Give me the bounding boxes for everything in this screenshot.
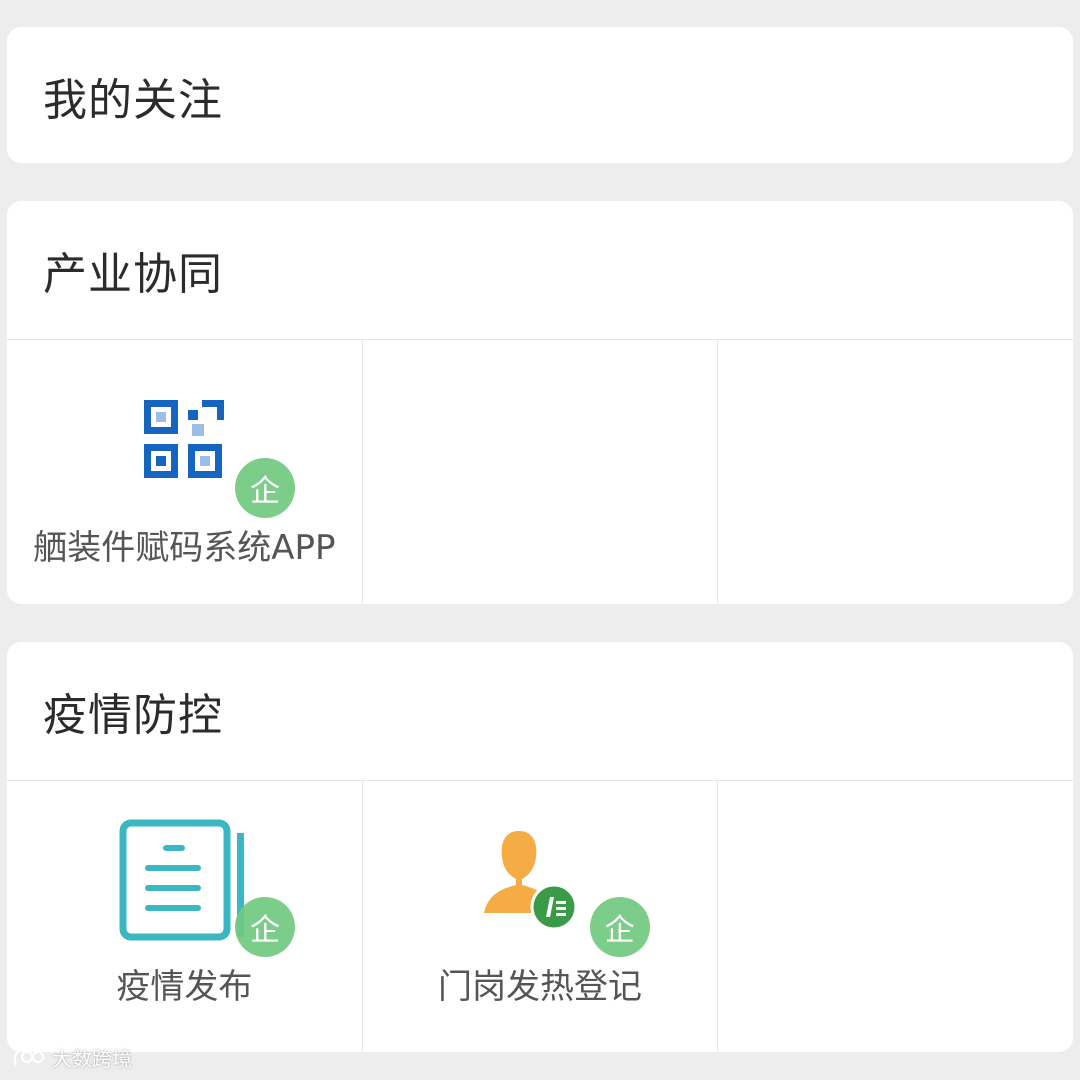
qr-code-icon	[144, 400, 225, 478]
watermark: 大数跨境	[12, 1043, 132, 1072]
section-header: 疫情防控	[7, 642, 1073, 780]
watermark-text: 大数跨境	[52, 1047, 132, 1071]
section-header: 我的关注	[7, 27, 1073, 163]
enterprise-badge: 企	[235, 897, 295, 957]
app-label: 疫情发布	[116, 967, 253, 1007]
enterprise-badge: 企	[589, 897, 650, 957]
app-tile-epidemic-release[interactable]: 企 疫情发布	[7, 781, 363, 1052]
app-grid: 企 舾装件赋码系统APP	[7, 339, 1073, 604]
app-label: 门岗发热登记	[438, 967, 642, 1007]
document-list-icon	[119, 819, 245, 941]
app-tile-gate-fever-registration[interactable]: 企 门岗发热登记	[363, 781, 719, 1052]
section-title: 我的关注	[43, 75, 223, 126]
section-header: 产业协同	[7, 201, 1073, 339]
empty-cell	[718, 781, 1073, 1052]
app-label: 舾装件赋码系统APP	[33, 528, 336, 568]
enterprise-badge: 企	[235, 458, 295, 518]
section-industry-collaboration: 产业协同 企 舾装件赋码系统APP	[7, 201, 1073, 604]
section-epidemic-control: 疫情防控 企 疫情发布 企 门岗发热登记	[7, 642, 1073, 1052]
watermark-logo-icon	[13, 1048, 44, 1065]
section-title: 疫情防控	[43, 690, 223, 741]
person-edit-icon	[483, 831, 578, 931]
section-my-follows: 我的关注	[7, 27, 1073, 163]
empty-cell	[363, 340, 719, 604]
app-grid: 企 疫情发布 企 门岗发热登记	[7, 780, 1073, 1052]
app-tile-fitting-coding-system[interactable]: 企 舾装件赋码系统APP	[7, 340, 363, 604]
empty-cell	[718, 340, 1073, 604]
section-title: 产业协同	[43, 249, 223, 300]
